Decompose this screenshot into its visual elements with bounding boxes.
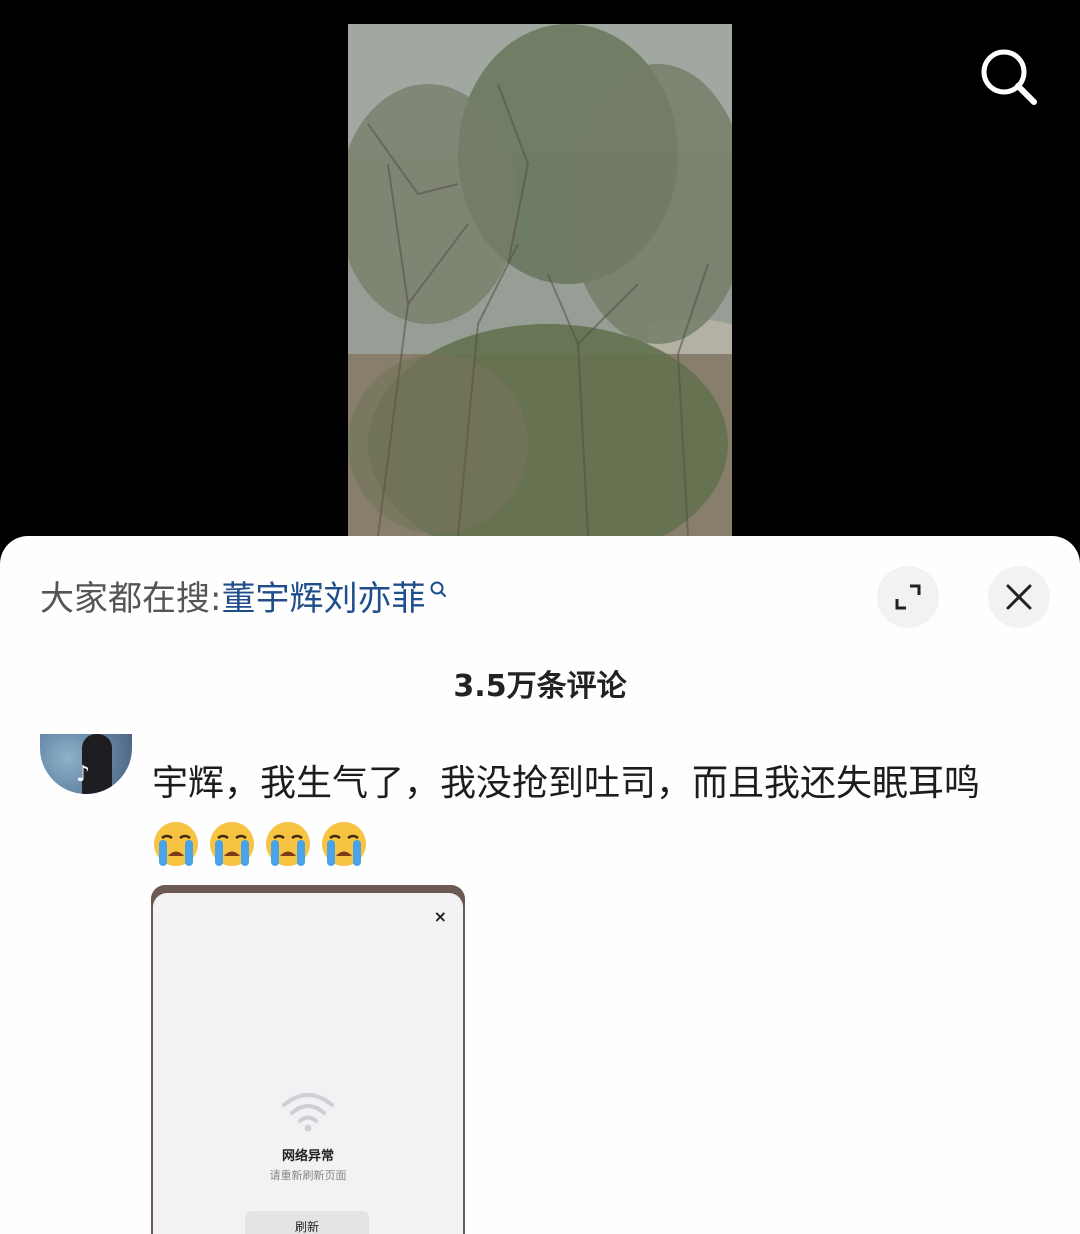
trending-colon: : — [210, 579, 222, 619]
wifi-icon — [282, 1093, 334, 1132]
search-icon — [981, 49, 1037, 105]
comment-count: 3.5万条评论 — [453, 669, 627, 704]
crying-face-icon — [266, 822, 310, 866]
video-still-trees — [348, 24, 732, 536]
network-error-subtitle: 请重新刷新页面 — [269, 1169, 347, 1182]
refresh-button: 刷新 — [245, 1211, 369, 1234]
attachment-screenshot: × 网络异常 请重新刷新页面 刷新 — [153, 893, 463, 1234]
comment-sheet: 大家都在搜 : 董宇辉刘亦菲 3.5万条评论 ♪ 宇辉，我生气了，我没抢到吐司，… — [0, 536, 1080, 1234]
video-player[interactable] — [0, 0, 1080, 560]
close-button[interactable] — [988, 566, 1050, 628]
emoji-row — [152, 820, 368, 868]
small-search-icon — [430, 581, 447, 597]
crying-face-icon — [322, 822, 366, 866]
crying-face-icon — [210, 822, 254, 866]
expand-icon — [895, 584, 921, 610]
trending-search: 大家都在搜 : 董宇辉刘亦菲 — [40, 576, 447, 622]
trending-label: 大家都在搜 — [40, 579, 210, 619]
attachment-close-icon: × — [433, 907, 447, 926]
expand-button[interactable] — [877, 566, 939, 628]
close-icon — [1006, 584, 1032, 610]
video-frame[interactable] — [348, 24, 732, 536]
tiktok-logo-icon: ♪ — [76, 762, 91, 787]
search-button[interactable] — [976, 44, 1042, 110]
trending-query-link[interactable]: 董宇辉刘亦菲 — [221, 576, 447, 622]
avatar[interactable]: ♪ — [40, 734, 132, 794]
crying-face-icon — [154, 822, 198, 866]
comment-image-attachment[interactable]: × 网络异常 请重新刷新页面 刷新 — [151, 885, 465, 1234]
network-error-title: 网络异常 — [281, 1149, 334, 1164]
comment-text: 宇辉，我生气了，我没抢到吐司，而且我还失眠耳鸣 — [152, 763, 981, 804]
trending-query-text: 董宇辉刘亦菲 — [221, 579, 426, 619]
